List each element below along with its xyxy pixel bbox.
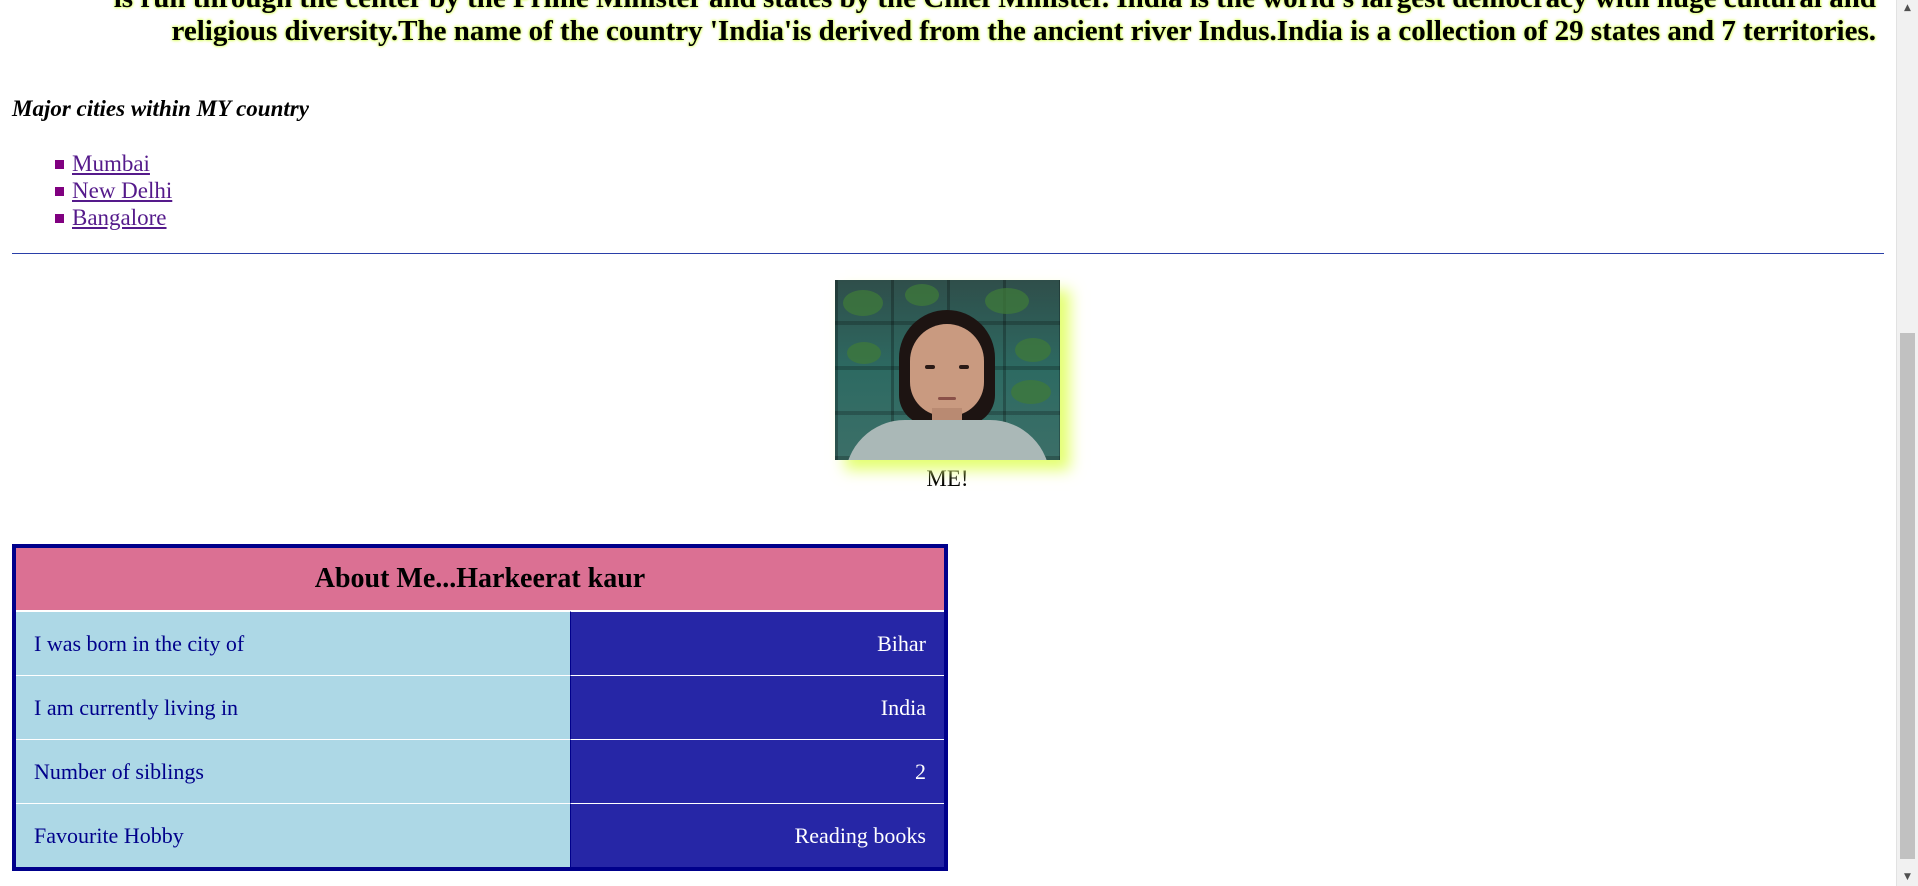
list-item: Bangalore bbox=[55, 204, 172, 231]
square-bullet-icon bbox=[55, 214, 64, 223]
square-bullet-icon bbox=[55, 160, 64, 169]
table-row: I am currently living in India bbox=[16, 675, 944, 739]
square-bullet-icon bbox=[55, 187, 64, 196]
city-link-new-delhi[interactable]: New Delhi bbox=[72, 178, 172, 203]
city-list: Mumbai New Delhi Bangalore bbox=[55, 150, 172, 231]
table-row: Favourite Hobby Reading books bbox=[16, 803, 944, 867]
table-row: I was born in the city of Bihar bbox=[16, 611, 944, 675]
scroll-up-arrow-icon[interactable]: ▲ bbox=[1897, 0, 1918, 17]
profile-figure: ME! bbox=[835, 280, 1060, 492]
list-item: New Delhi bbox=[55, 177, 172, 204]
intro-line-2: religious diversity.The name of the coun… bbox=[171, 15, 1877, 47]
table-title: About Me...Harkeerat kaur bbox=[16, 548, 944, 611]
intro-line-1: is run through the center by the Prime M… bbox=[0, 0, 1876, 15]
row-label: Number of siblings bbox=[16, 739, 571, 803]
browser-viewport: is run through the center by the Prime M… bbox=[0, 0, 1918, 886]
row-value: India bbox=[571, 675, 944, 739]
vertical-scrollbar[interactable]: ▲ ▼ bbox=[1896, 0, 1918, 886]
row-value: 2 bbox=[571, 739, 944, 803]
page-content: is run through the center by the Prime M… bbox=[0, 0, 1896, 886]
scrollbar-thumb[interactable] bbox=[1900, 333, 1915, 859]
row-label: I am currently living in bbox=[16, 675, 571, 739]
row-value: Reading books bbox=[571, 803, 944, 867]
list-item: Mumbai bbox=[55, 150, 172, 177]
profile-photo bbox=[835, 280, 1060, 460]
table-row: Number of siblings 2 bbox=[16, 739, 944, 803]
about-me-table: About Me...Harkeerat kaur I was born in … bbox=[12, 544, 948, 871]
intro-paragraph: is run through the center by the Prime M… bbox=[0, 0, 1876, 48]
city-link-bangalore[interactable]: Bangalore bbox=[72, 205, 167, 230]
row-label: I was born in the city of bbox=[16, 611, 571, 675]
row-value: Bihar bbox=[571, 611, 944, 675]
horizontal-rule bbox=[12, 253, 1884, 254]
photo-caption: ME! bbox=[926, 466, 969, 491]
cities-heading: Major cities within MY country bbox=[12, 96, 309, 121]
city-link-mumbai[interactable]: Mumbai bbox=[72, 151, 150, 176]
scroll-down-arrow-icon[interactable]: ▼ bbox=[1897, 869, 1918, 886]
row-label: Favourite Hobby bbox=[16, 803, 571, 867]
